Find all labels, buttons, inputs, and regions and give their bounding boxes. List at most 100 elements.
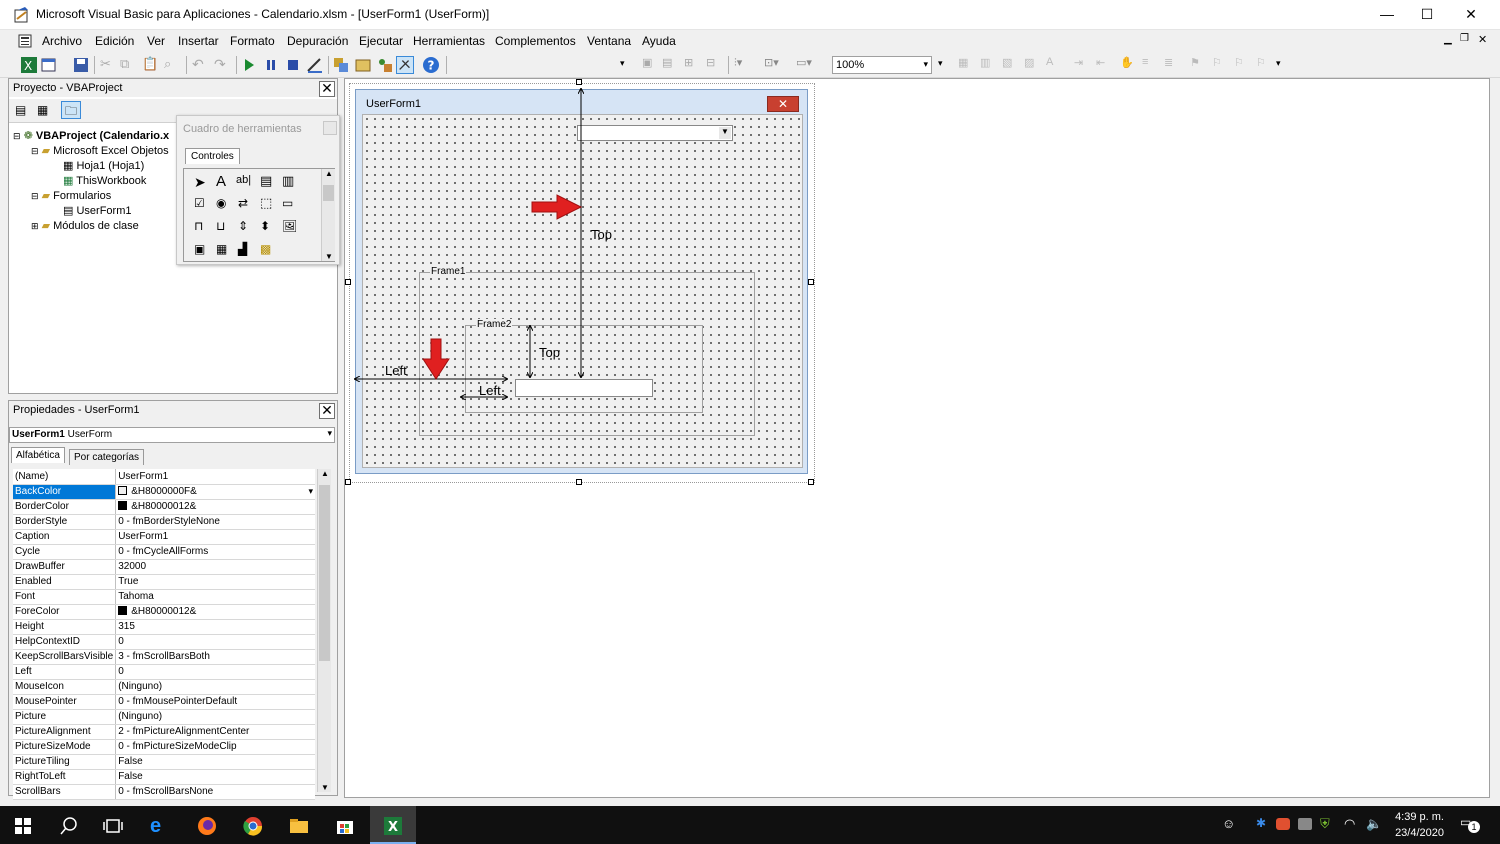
- send-to-back-icon[interactable]: ▤: [662, 56, 680, 74]
- property-row[interactable]: BorderStyle 0 - fmBorderStyleNone: [13, 514, 315, 530]
- help-icon[interactable]: ?: [422, 56, 440, 74]
- tree-node-thisworkbook[interactable]: ▦ ThisWorkbook: [63, 174, 146, 187]
- toolbar-overflow-icon[interactable]: ▾: [620, 58, 625, 69]
- optionbutton-tool-icon[interactable]: ◉: [216, 196, 226, 210]
- menu-formato[interactable]: Formato: [230, 34, 275, 48]
- userform-toolbar-icon-2[interactable]: ▥: [980, 56, 998, 74]
- stop-icon[interactable]: [284, 56, 302, 74]
- close-button[interactable]: ✕: [1448, 0, 1494, 30]
- uncomment-icon[interactable]: ≣: [1164, 56, 1182, 74]
- comment-icon[interactable]: ≡: [1142, 56, 1160, 74]
- property-value[interactable]: UserForm1: [115, 469, 315, 485]
- insert-userform-icon[interactable]: [40, 56, 58, 74]
- frame-tool-icon[interactable]: ⬚: [260, 195, 272, 211]
- form-close-button[interactable]: ✕: [767, 96, 799, 112]
- indent-icon[interactable]: ⇥: [1074, 56, 1092, 74]
- copy-icon[interactable]: ⧉: [120, 56, 138, 74]
- textbox-tool-icon[interactable]: ab|: [236, 174, 251, 186]
- tabstrip-tool-icon[interactable]: ⊓: [194, 219, 203, 233]
- property-row[interactable]: ScrollBars 0 - fmScrollBarsNone: [13, 784, 315, 800]
- clock[interactable]: 4:39 p. m. 23/4/2020: [1395, 809, 1444, 841]
- toggle-folders-icon[interactable]: 🗀: [61, 101, 81, 119]
- tray-app-icon-2[interactable]: [1298, 818, 1312, 830]
- togglebutton-tool-icon[interactable]: ⇄: [238, 196, 248, 210]
- form-icon[interactable]: [18, 34, 32, 48]
- multipage-tool-icon[interactable]: ⊔: [216, 219, 225, 233]
- excel-taskbar-button[interactable]: X: [370, 806, 416, 844]
- property-row[interactable]: BackColor &H8000000F& ▾: [13, 484, 315, 500]
- chrome-icon[interactable]: [242, 815, 264, 837]
- menu-depuracion[interactable]: Depuración: [287, 34, 348, 48]
- property-row[interactable]: PictureAlignment 2 - fmPictureAlignmentCe…: [13, 724, 315, 740]
- toolbox-close-button[interactable]: [323, 121, 337, 135]
- tree-node-hoja1[interactable]: ▦ Hoja1 (Hoja1): [63, 159, 144, 172]
- edge-icon[interactable]: e: [150, 815, 172, 837]
- menu-herramientas[interactable]: Herramientas: [413, 34, 485, 48]
- property-value[interactable]: 0: [115, 634, 315, 650]
- ungroup-icon[interactable]: ⊟: [706, 56, 724, 74]
- resize-handle[interactable]: [345, 479, 351, 485]
- property-value[interactable]: True: [115, 574, 315, 590]
- property-row[interactable]: MousePointer 0 - fmMousePointerDefault: [13, 694, 315, 710]
- label-tool-icon[interactable]: A: [216, 173, 226, 190]
- extra-tool-icon-3[interactable]: ▩: [260, 242, 271, 256]
- property-value[interactable]: (Ninguno): [115, 679, 315, 695]
- menu-complementos[interactable]: Complementos: [495, 34, 576, 48]
- view-object-icon[interactable]: ▦: [37, 103, 48, 117]
- userform-toolbar-icon-1[interactable]: ▦: [958, 56, 976, 74]
- property-value[interactable]: &H80000012&: [115, 499, 315, 515]
- design-mode-icon[interactable]: [306, 56, 324, 74]
- mdi-restore-button[interactable]: ❐: [1460, 33, 1469, 44]
- pause-icon[interactable]: [262, 56, 280, 74]
- make-same-size-icon[interactable]: ▭▾: [796, 56, 814, 74]
- menu-ejecutar[interactable]: Ejecutar: [359, 34, 403, 48]
- refedit-tool-icon[interactable]: ▣: [194, 242, 205, 256]
- chevron-down-icon[interactable]: ▾: [308, 486, 313, 497]
- property-row[interactable]: PictureSizeMode 0 - fmPictureSizeModeClip: [13, 739, 315, 755]
- property-row[interactable]: Caption UserForm1: [13, 529, 315, 545]
- scrollbar-tool-icon[interactable]: ⇕: [238, 219, 248, 233]
- properties-close-button[interactable]: ✕: [319, 403, 335, 419]
- firefox-icon[interactable]: [196, 815, 218, 837]
- shield-icon[interactable]: ⛨: [1320, 816, 1330, 832]
- tree-node-excel-objects[interactable]: ⊟ ▰ Microsoft Excel Objetos: [31, 144, 169, 157]
- extra-tool-icon-2[interactable]: ▟: [238, 242, 247, 256]
- property-row[interactable]: Cycle 0 - fmCycleAllForms: [13, 544, 315, 560]
- find-icon[interactable]: ⌕: [164, 56, 182, 74]
- people-icon[interactable]: ☺: [1222, 816, 1235, 831]
- prev-bookmark-icon[interactable]: ⚐: [1234, 56, 1252, 74]
- scroll-thumb[interactable]: [319, 485, 330, 661]
- project-explorer-icon[interactable]: [332, 56, 350, 74]
- mdi-close-button[interactable]: ✕: [1478, 33, 1487, 46]
- property-value[interactable]: Tahoma: [115, 589, 315, 605]
- store-icon[interactable]: [334, 815, 356, 837]
- tree-node-userform1[interactable]: ▤ UserForm1: [63, 204, 131, 217]
- spinbutton-tool-icon[interactable]: ⬍: [260, 219, 270, 233]
- tab-alfabetica[interactable]: Alfabética: [11, 447, 65, 463]
- property-value[interactable]: 0 - fmMousePointerDefault: [115, 694, 315, 710]
- property-value[interactable]: 2 - fmPictureAlignmentCenter: [115, 724, 315, 740]
- next-bookmark-icon[interactable]: ⚐: [1212, 56, 1230, 74]
- commandbutton-tool-icon[interactable]: ▭: [282, 196, 293, 210]
- property-row[interactable]: KeepScrollBarsVisible 3 - fmScrollBarsBot…: [13, 649, 315, 665]
- file-explorer-icon[interactable]: [288, 815, 310, 837]
- run-icon[interactable]: [240, 56, 258, 74]
- image-tool-icon[interactable]: 🖼: [282, 219, 297, 233]
- property-value[interactable]: False: [115, 769, 315, 785]
- property-row[interactable]: ForeColor &H80000012&: [13, 604, 315, 620]
- search-icon[interactable]: [58, 815, 80, 837]
- tray-app-icon-1[interactable]: [1276, 818, 1290, 830]
- property-value[interactable]: &H80000012&: [115, 604, 315, 620]
- resize-handle[interactable]: [576, 479, 582, 485]
- pointer-tool-icon[interactable]: ➤: [194, 174, 206, 191]
- tab-por-categorias[interactable]: Por categorías: [69, 449, 145, 465]
- property-value[interactable]: 0: [115, 664, 315, 680]
- toolbox-icon[interactable]: [396, 56, 414, 74]
- property-value[interactable]: &H8000000F& ▾: [115, 484, 315, 500]
- view-code-icon[interactable]: ▤: [15, 103, 26, 117]
- cut-icon[interactable]: ✂: [100, 56, 118, 74]
- property-row[interactable]: BorderColor &H80000012&: [13, 499, 315, 515]
- menu-ventana[interactable]: Ventana: [587, 34, 631, 48]
- property-row[interactable]: HelpContextID 0: [13, 634, 315, 650]
- tab-controles[interactable]: Controles: [185, 148, 240, 164]
